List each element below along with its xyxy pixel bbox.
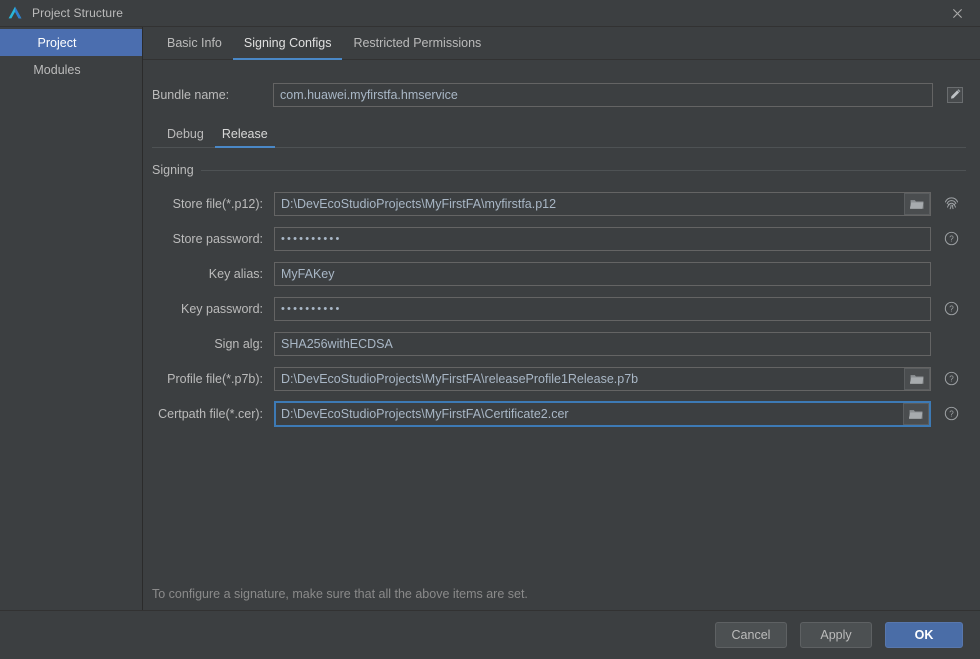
tab-label: Signing Configs [244, 36, 332, 50]
store-file-field-wrap: D:\DevEcoStudioProjects\MyFirstFA\myfirs… [274, 192, 931, 216]
profile-file-label: Profile file(*.p7b): [152, 372, 274, 386]
key-alias-input[interactable]: MyFAKey [274, 262, 931, 286]
key-alias-field-wrap: MyFAKey [274, 262, 931, 286]
project-structure-dialog: Project Structure Project Modules Basic … [0, 0, 980, 659]
help-circle-icon[interactable]: ? [942, 370, 960, 388]
key-password-label: Key password: [152, 302, 274, 316]
key-password-input[interactable]: •••••••••• [274, 297, 931, 321]
folder-icon[interactable] [903, 403, 929, 425]
svg-text:?: ? [949, 305, 954, 314]
build-tab-label: Release [222, 127, 268, 141]
form-row-profile-file: Profile file(*.p7b): D:\DevEcoStudioProj… [143, 361, 966, 396]
form-row-store-file: Store file(*.p12): D:\DevEcoStudioProjec… [143, 186, 966, 221]
signing-group-header: Signing [152, 163, 966, 177]
store-password-input[interactable]: •••••••••• [274, 227, 931, 251]
key-alias-label: Key alias: [152, 267, 274, 281]
sign-alg-field-wrap: SHA256withECDSA [274, 332, 931, 356]
fingerprint-icon[interactable] [942, 195, 960, 213]
edit-pencil-icon[interactable] [944, 84, 966, 106]
sidebar-item-project[interactable]: Project [0, 29, 142, 56]
close-icon[interactable] [934, 0, 980, 27]
svg-text:?: ? [949, 375, 954, 384]
content-area: Basic Info Signing Configs Restricted Pe… [143, 27, 980, 610]
sign-alg-input[interactable]: SHA256withECDSA [274, 332, 931, 356]
tab-label: Basic Info [167, 36, 222, 50]
svg-text:?: ? [949, 410, 954, 419]
sidebar-item-label: Project [38, 36, 77, 50]
store-password-label: Store password: [152, 232, 274, 246]
bundle-name-input[interactable] [273, 83, 933, 107]
store-file-trailing [936, 195, 966, 213]
signing-configs-panel: Bundle name: Debug [143, 60, 980, 610]
form-row-key-password: Key password: •••••••••• ? [143, 291, 966, 326]
help-circle-icon[interactable]: ? [942, 230, 960, 248]
svg-text:?: ? [949, 235, 954, 244]
apply-button[interactable]: Apply [800, 622, 872, 648]
sidebar: Project Modules [0, 27, 143, 610]
store-file-input[interactable]: D:\DevEcoStudioProjects\MyFirstFA\myfirs… [274, 192, 931, 216]
form-row-key-alias: Key alias: MyFAKey [143, 256, 966, 291]
build-tab-release[interactable]: Release [213, 124, 277, 147]
signing-group-title: Signing [152, 163, 194, 177]
tab-basic-info[interactable]: Basic Info [156, 27, 233, 59]
build-tab-label: Debug [167, 127, 204, 141]
folder-icon[interactable] [904, 193, 930, 215]
store-password-trailing: ? [936, 230, 966, 248]
group-divider [201, 170, 966, 171]
dialog-body: Project Modules Basic Info Signing Confi… [0, 27, 980, 610]
sidebar-item-modules[interactable]: Modules [0, 56, 142, 83]
ok-button[interactable]: OK [885, 622, 963, 648]
tab-label: Restricted Permissions [353, 36, 481, 50]
key-password-field-wrap: •••••••••• [274, 297, 931, 321]
store-file-label: Store file(*.p12): [152, 197, 274, 211]
profile-file-trailing: ? [936, 370, 966, 388]
dialog-footer: Cancel Apply OK [0, 610, 980, 659]
folder-icon[interactable] [904, 368, 930, 390]
tab-bar: Basic Info Signing Configs Restricted Pe… [143, 27, 980, 60]
build-tab-debug[interactable]: Debug [158, 124, 213, 147]
bundle-name-row: Bundle name: [143, 83, 966, 107]
signing-form: Store file(*.p12): D:\DevEcoStudioProjec… [143, 186, 966, 431]
tab-signing-configs[interactable]: Signing Configs [233, 27, 343, 59]
certpath-file-label: Certpath file(*.cer): [152, 407, 274, 421]
key-password-trailing: ? [936, 300, 966, 318]
window-title: Project Structure [32, 6, 123, 20]
title-bar: Project Structure [0, 0, 980, 27]
form-row-store-password: Store password: •••••••••• ? [143, 221, 966, 256]
certpath-file-input[interactable]: D:\DevEcoStudioProjects\MyFirstFA\Certif… [274, 401, 931, 427]
store-password-field-wrap: •••••••••• [274, 227, 931, 251]
bundle-name-label: Bundle name: [152, 88, 273, 102]
sidebar-item-label: Modules [33, 63, 80, 77]
sign-alg-label: Sign alg: [152, 337, 274, 351]
signature-hint-text: To configure a signature, make sure that… [152, 587, 528, 601]
help-circle-icon[interactable]: ? [942, 405, 960, 423]
form-row-certpath-file: Certpath file(*.cer): D:\DevEcoStudioPro… [143, 396, 966, 431]
devecostudio-logo-icon [7, 5, 23, 21]
profile-file-field-wrap: D:\DevEcoStudioProjects\MyFirstFA\releas… [274, 367, 931, 391]
form-row-sign-alg: Sign alg: SHA256withECDSA [143, 326, 966, 361]
build-variant-tabs: Debug Release [152, 124, 966, 148]
certpath-file-trailing: ? [936, 405, 966, 423]
cancel-button[interactable]: Cancel [715, 622, 787, 648]
profile-file-input[interactable]: D:\DevEcoStudioProjects\MyFirstFA\releas… [274, 367, 931, 391]
tab-restricted-permissions[interactable]: Restricted Permissions [342, 27, 492, 59]
help-circle-icon[interactable]: ? [942, 300, 960, 318]
certpath-file-field-wrap: D:\DevEcoStudioProjects\MyFirstFA\Certif… [274, 401, 931, 427]
